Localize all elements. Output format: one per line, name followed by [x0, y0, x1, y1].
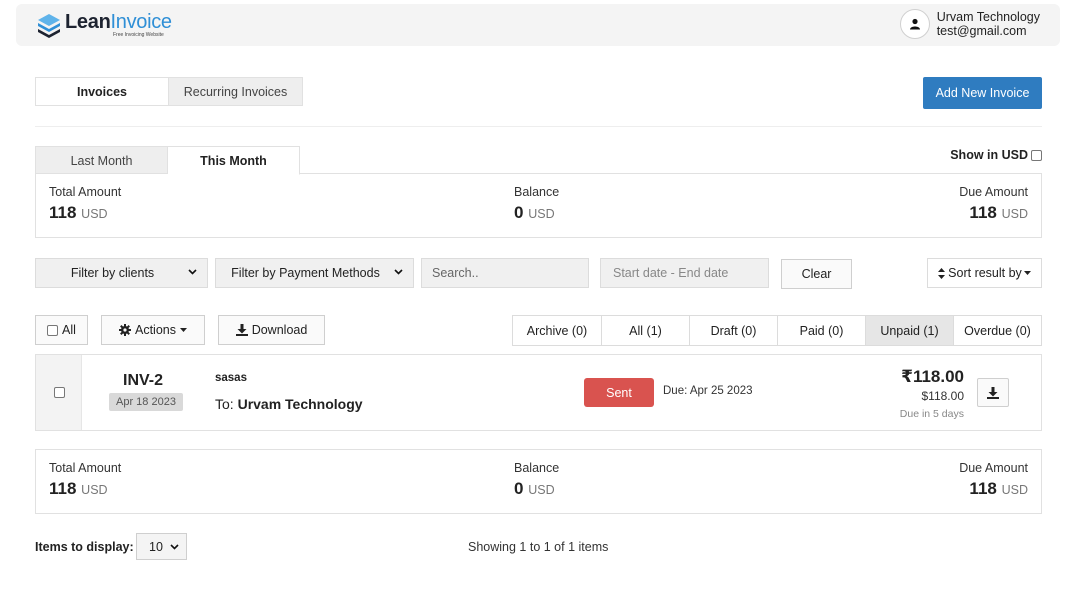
- due-amount-label: Due Amount: [959, 185, 1028, 199]
- tab-this-month[interactable]: This Month: [168, 146, 300, 175]
- invoice-client: To: Urvam Technology: [215, 396, 363, 412]
- invoice-due-in: Due in 5 days: [899, 408, 964, 420]
- chevron-down-icon: [188, 269, 197, 275]
- row-checkbox[interactable]: [54, 387, 65, 398]
- invoice-amount: ₹118.00: [901, 367, 964, 386]
- due-amount-unit: USD: [1001, 207, 1028, 221]
- due-amount-unit: USD: [1001, 483, 1028, 497]
- balance-unit: USD: [528, 207, 555, 221]
- invoice-date-badge: Apr 18 2023: [109, 393, 183, 411]
- tab-unpaid[interactable]: Unpaid (1): [865, 316, 953, 345]
- select-all-checkbox[interactable]: [47, 324, 59, 336]
- gear-icon: [119, 324, 131, 336]
- chevron-down-icon: [170, 544, 179, 550]
- sort-icon: [938, 267, 946, 279]
- total-amount-unit: USD: [81, 483, 108, 497]
- due-amount-label: Due Amount: [959, 461, 1028, 475]
- download-icon: [235, 324, 248, 336]
- due-amount-value: 118: [969, 479, 997, 498]
- total-amount-label: Total Amount: [49, 461, 122, 475]
- stacked-layers-logo-icon: [38, 14, 60, 38]
- items-to-display-select[interactable]: 10: [136, 533, 187, 560]
- balance-value: 0: [514, 203, 524, 222]
- due-amount-value: 118: [969, 203, 997, 222]
- actions-dropdown-button[interactable]: Actions: [101, 315, 205, 345]
- logo[interactable]: LeanInvoice Free Invoicing Website: [36, 10, 172, 40]
- user-name: Urvam Technology: [936, 9, 1040, 24]
- tab-all[interactable]: All (1): [601, 316, 689, 345]
- divider: [35, 126, 1042, 127]
- status-badge: Sent: [584, 378, 654, 407]
- app-header: LeanInvoice Free Invoicing Website Urvam…: [16, 4, 1060, 46]
- total-amount-value: 118: [49, 203, 77, 222]
- balance-label: Balance: [514, 185, 560, 199]
- tab-invoices[interactable]: Invoices: [36, 78, 168, 105]
- tab-archive[interactable]: Archive (0): [513, 316, 601, 345]
- user-menu[interactable]: Urvam Technology test@gmail.com: [899, 9, 1040, 39]
- tab-paid[interactable]: Paid (0): [777, 316, 865, 345]
- invoice-amount-usd: $118.00: [921, 389, 965, 403]
- invoice-type-tabs: Invoices Recurring Invoices: [35, 77, 303, 106]
- items-to-display-label: Items to display:: [35, 540, 134, 554]
- balance-unit: USD: [528, 483, 555, 497]
- add-new-invoice-button[interactable]: Add New Invoice: [923, 77, 1042, 109]
- date-range-input[interactable]: Start date - End date: [600, 258, 769, 288]
- user-icon: [899, 9, 930, 39]
- user-email: test@gmail.com: [936, 24, 1027, 38]
- caret-down-icon: [1023, 270, 1031, 275]
- sort-result-by-button[interactable]: Sort result by: [927, 258, 1042, 288]
- tab-overdue[interactable]: Overdue (0): [953, 316, 1041, 345]
- caret-down-icon: [180, 327, 187, 332]
- balance-value: 0: [514, 479, 524, 498]
- search-input[interactable]: Search..: [421, 258, 589, 288]
- invoice-due-date: Due: Apr 25 2023: [663, 385, 753, 397]
- invoice-number[interactable]: INV-2: [123, 372, 163, 390]
- logo-wordmark: LeanInvoice: [65, 11, 172, 33]
- filter-by-clients-select[interactable]: Filter by clients: [35, 258, 208, 288]
- row-download-button[interactable]: [977, 378, 1009, 407]
- show-in-usd-toggle[interactable]: Show in USD: [950, 148, 1042, 162]
- download-button[interactable]: Download: [218, 315, 325, 345]
- tab-last-month[interactable]: Last Month: [35, 146, 168, 174]
- pagination-summary: Showing 1 to 1 of 1 items: [468, 540, 609, 554]
- logo-tagline: Free Invoicing Website: [113, 32, 164, 38]
- filter-by-payment-methods-select[interactable]: Filter by Payment Methods: [215, 258, 414, 288]
- invoice-description: sasas: [215, 372, 247, 384]
- total-amount-value: 118: [49, 479, 77, 498]
- total-amount-label: Total Amount: [49, 185, 122, 199]
- period-tabs: Last Month This Month: [35, 146, 300, 175]
- tab-recurring-invoices[interactable]: Recurring Invoices: [168, 78, 302, 105]
- show-in-usd-checkbox[interactable]: [1031, 149, 1042, 161]
- table-row[interactable]: INV-2 Apr 18 2023 sasas To: Urvam Techno…: [35, 354, 1042, 431]
- show-in-usd-label: Show in USD: [950, 148, 1028, 162]
- summary-panel-top: Total Amount 118 USD Balance 0 USD Due A…: [35, 173, 1042, 238]
- total-amount-unit: USD: [81, 207, 108, 221]
- clear-button[interactable]: Clear: [781, 259, 852, 289]
- summary-panel-bottom: Total Amount 118 USD Balance 0 USD Due A…: [35, 449, 1042, 514]
- download-icon: [987, 386, 999, 399]
- status-filter-tabs: Archive (0) All (1) Draft (0) Paid (0) U…: [512, 315, 1042, 346]
- chevron-down-icon: [394, 269, 403, 275]
- tab-draft[interactable]: Draft (0): [689, 316, 777, 345]
- balance-label: Balance: [514, 461, 560, 475]
- select-all-button[interactable]: All: [35, 315, 88, 345]
